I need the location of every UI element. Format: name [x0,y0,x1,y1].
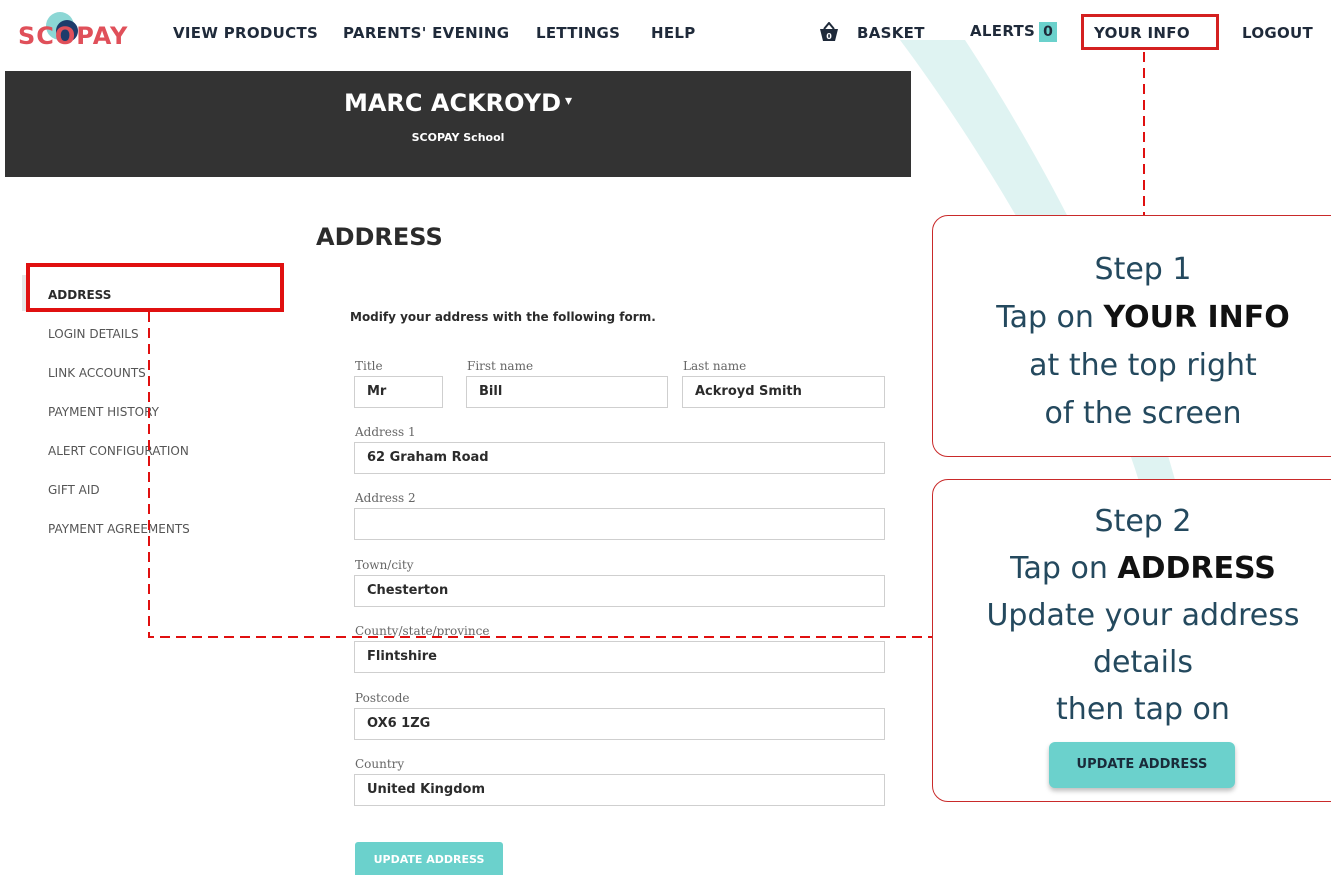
user-header: MARC ACKROYD ▾ SCOPAY School [5,71,911,177]
nav-basket[interactable]: BASKET [857,24,925,42]
address2-label: Address 2 [355,491,416,505]
step2-line4: then tap on [1056,692,1230,727]
address-highlight-box [26,263,284,312]
sidebar-item-payment-agreements[interactable]: PAYMENT AGREEMENTS [48,522,190,536]
page-title: ADDRESS [316,223,443,251]
country-label: Country [355,757,405,771]
town-label: Town/city [355,558,414,572]
scopay-logo[interactable]: SCOPAY [18,12,129,50]
address1-field[interactable]: 62 Graham Road [354,442,885,474]
caret-down-icon: ▾ [565,93,573,109]
step2-line1-bold: ADDRESS [1117,551,1276,586]
first-name-label: First name [467,359,534,373]
step2-heading: Step 2 [1094,504,1192,539]
sidebar-item-link-accounts[interactable]: LINK ACCOUNTS [48,366,146,380]
title-label: Title [355,359,383,373]
user-name: MARC ACKROYD [343,89,561,117]
town-field[interactable]: Chesterton [354,575,885,607]
basket-icon[interactable]: 0 [818,22,840,42]
address2-field[interactable] [354,508,885,540]
your-info-highlight-box [1081,14,1219,50]
step2-callout: Step 2 Tap on ADDRESS Update your addres… [932,479,1331,802]
nav-help[interactable]: HELP [651,24,696,42]
sidebar-item-gift-aid[interactable]: GIFT AID [48,483,100,497]
country-field[interactable]: United Kingdom [354,774,885,806]
step2-line1: Tap on ADDRESS [933,551,1331,586]
step1-line2: at the top right [1029,348,1257,383]
county-label: County/state/province [355,624,490,638]
sidebar-item-payment-history[interactable]: PAYMENT HISTORY [48,405,159,419]
top-navigation: SCOPAY VIEW PRODUCTS PARENTS' EVENING LE… [0,0,1331,66]
nav-parents-evening[interactable]: PARENTS' EVENING [343,24,509,42]
step1-callout: Step 1 Tap on YOUR INFO at the top right… [932,215,1331,457]
postcode-label: Postcode [355,691,410,705]
nav-alerts[interactable]: ALERTS 0 [970,22,1058,42]
nav-lettings[interactable]: LETTINGS [536,24,620,42]
step1-line3: of the screen [1044,396,1242,431]
school-name: SCOPAY School [411,131,505,144]
basket-count: 0 [826,32,832,41]
alerts-label: ALERTS [970,22,1036,40]
nav-logout[interactable]: LOGOUT [1242,24,1313,42]
title-field[interactable]: Mr [354,376,443,408]
sidebar-item-login-details[interactable]: LOGIN DETAILS [48,327,139,341]
user-name-dropdown[interactable]: MARC ACKROYD ▾ [5,89,911,117]
update-address-button[interactable]: UPDATE ADDRESS [355,842,503,875]
nav-view-products[interactable]: VIEW PRODUCTS [173,24,318,42]
last-name-label: Last name [683,359,747,373]
step2-line3: details [1093,645,1193,680]
last-name-field[interactable]: Ackroyd Smith [682,376,885,408]
callout-update-address-button: UPDATE ADDRESS [1049,742,1235,788]
alerts-count-badge: 0 [1039,22,1058,42]
county-field[interactable]: Flintshire [354,641,885,673]
step1-line1-bold: YOUR INFO [1103,300,1290,335]
step1-line1: Tap on YOUR INFO [933,300,1331,335]
step2-line2: Update your address [986,598,1300,633]
step1-line1-pre: Tap on [996,300,1104,335]
logo-text: SCOPAY [18,22,129,50]
address1-label: Address 1 [355,425,416,439]
sidebar-item-alert-configuration[interactable]: ALERT CONFIGURATION [48,444,189,458]
postcode-field[interactable]: OX6 1ZG [354,708,885,740]
first-name-field[interactable]: Bill [466,376,668,408]
step2-line1-pre: Tap on [1010,551,1118,586]
step1-heading: Step 1 [1094,252,1192,287]
form-intro: Modify your address with the following f… [350,310,656,324]
